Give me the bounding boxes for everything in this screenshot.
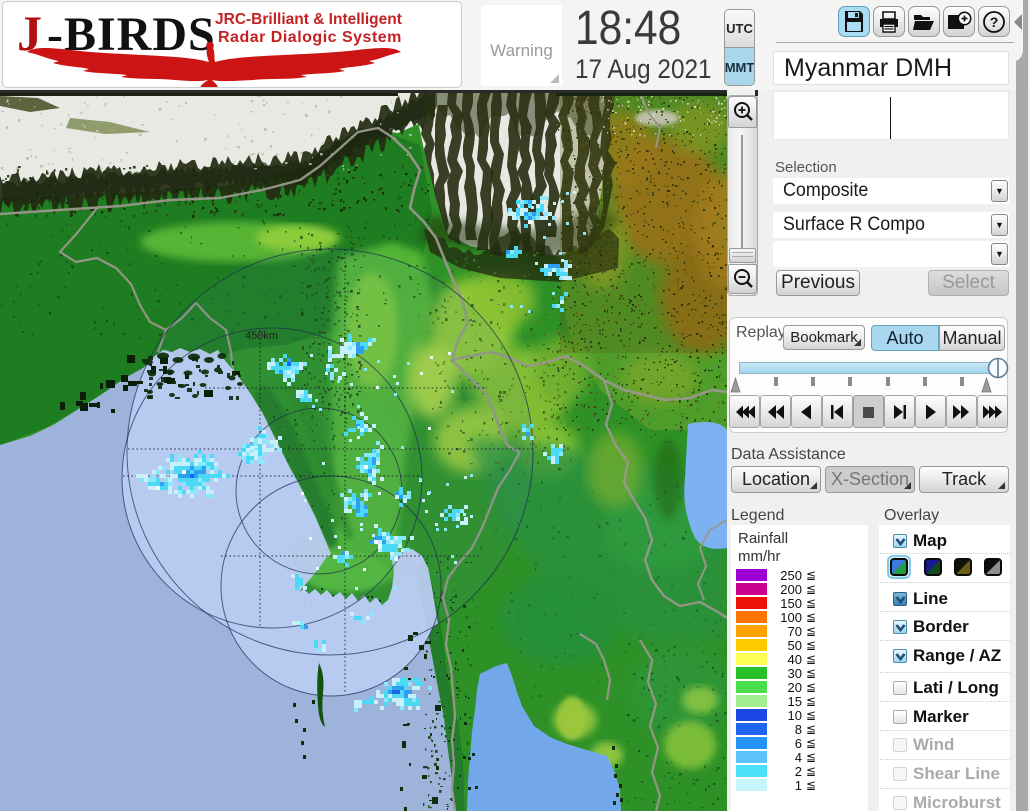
svg-text:450km: 450km bbox=[245, 330, 278, 342]
svg-text:JRC-Brilliant & Intelligent: JRC-Brilliant & Intelligent bbox=[215, 11, 402, 28]
svg-text:Radar Dialogic System: Radar Dialogic System bbox=[218, 29, 402, 46]
svg-text:?: ? bbox=[990, 14, 999, 30]
